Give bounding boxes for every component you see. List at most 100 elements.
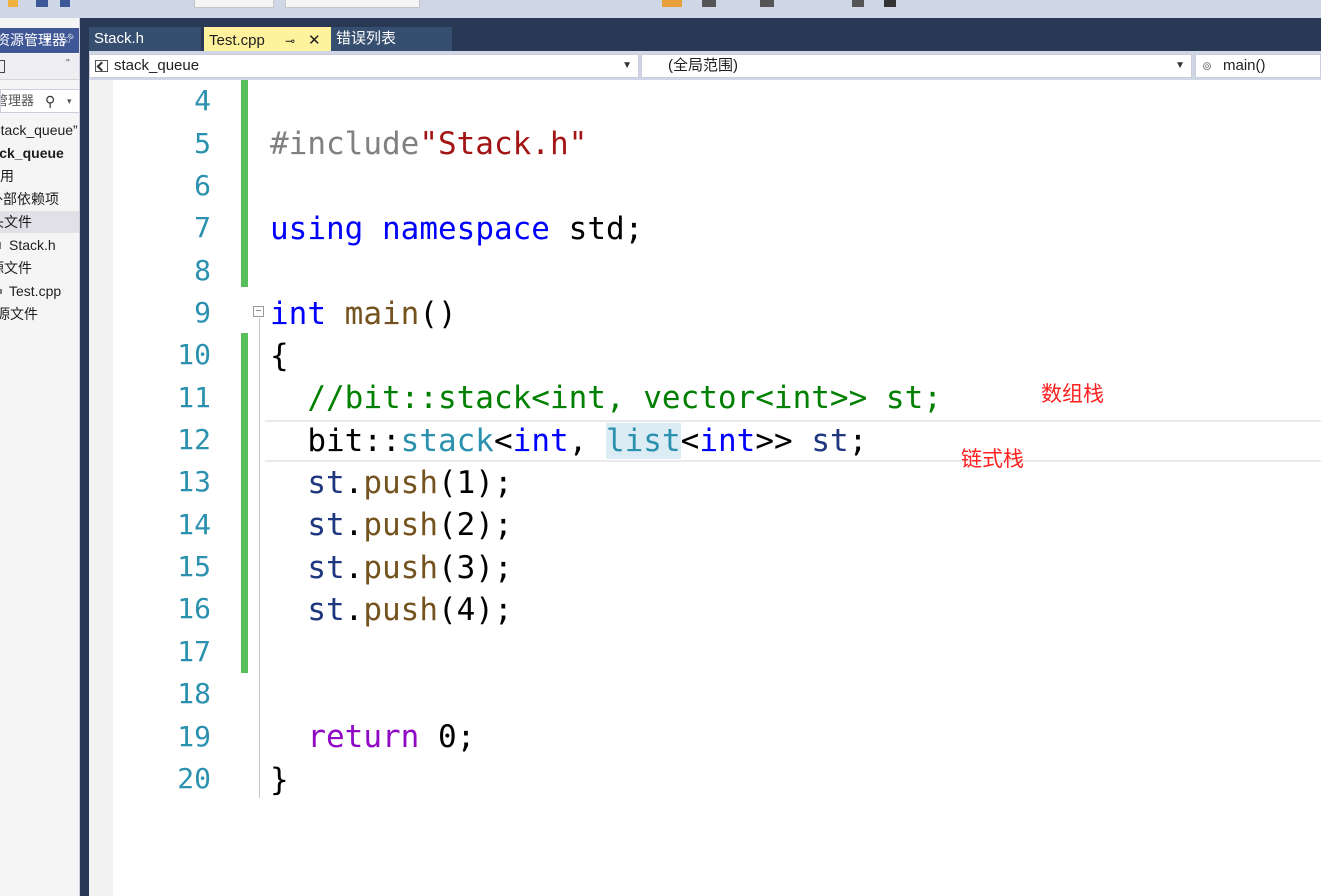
code-token: st (307, 550, 345, 586)
line-number: 17 (177, 635, 211, 668)
chevron-down-icon[interactable]: ▼ (43, 28, 52, 53)
tree-item-label: Test.cpp (9, 283, 62, 299)
toolbar-icon-2[interactable] (36, 0, 48, 7)
code-token: } (270, 762, 289, 798)
function-icon: ⊚ (1202, 59, 1213, 73)
code-line-7: using namespace std; (270, 209, 643, 249)
code-token: push (363, 550, 438, 586)
code-token: int (270, 296, 326, 332)
solution-explorer-title: 解决方案资源管理器 (0, 32, 66, 48)
tree-item-external-deps[interactable]: 外部依赖项 (0, 188, 79, 210)
pin-icon[interactable]: ⊸ (285, 29, 295, 53)
tree-item-solution[interactable]: 解决方案“stack_queue” (0, 119, 79, 141)
solution-explorer-toolbar: '' (0, 54, 79, 80)
code-line-12: bit::stack<int, list<int>> st; (270, 421, 867, 461)
code-token: (2); (437, 507, 513, 543)
tree-item-test-cpp[interactable]: Test.cpp (0, 280, 79, 302)
chevron-down-icon[interactable]: ▼ (1175, 55, 1185, 77)
toolbar-icon-8[interactable] (884, 0, 896, 7)
code-token: (3); (437, 550, 513, 586)
tab-label: Test.cpp (209, 32, 265, 49)
toolbar-icon-1[interactable] (8, 0, 18, 7)
toolbar-icon-4[interactable] (662, 0, 682, 7)
solution-explorer-header[interactable]: 解决方案资源管理器 ▼ 📌︎ (0, 28, 79, 53)
line-number: 18 (177, 677, 211, 710)
project-dropdown[interactable]: stack_queue ▼ (89, 54, 639, 78)
code-comment: //bit::stack<int, vector<int>> st; (307, 380, 942, 416)
line-number: 16 (177, 592, 211, 625)
code-token: < (493, 423, 513, 459)
tab-error-list[interactable]: 错误列表 (331, 27, 452, 51)
code-line-19: return 0; (270, 717, 475, 757)
close-icon[interactable]: ✕ (308, 29, 321, 53)
tree-item-label: 头文件 (0, 214, 32, 230)
tree-item-header-files[interactable]: 头文件 (0, 211, 79, 233)
code-token: bit:: (307, 423, 401, 459)
code-line-5: #include"Stack.h" (270, 124, 587, 164)
code-token: . (344, 550, 364, 586)
line-number: 20 (177, 762, 211, 795)
code-line-13: st.push(1); (270, 463, 512, 503)
toolbar-icon-6[interactable] (760, 0, 774, 7)
search-icon[interactable]: ⚲ (45, 90, 55, 112)
code-editor[interactable]: 4 5 6 7 8 9 10 11 12 13 14 15 16 17 18 1… (89, 80, 1321, 896)
code-line-11: //bit::stack<int, vector<int>> st; (270, 378, 942, 418)
config-dropdown[interactable] (194, 0, 274, 8)
code-token: std; (568, 211, 644, 247)
code-line-15: st.push(3); (270, 548, 513, 588)
chevron-down-icon[interactable]: ▼ (622, 55, 632, 77)
window-frame-divider (80, 18, 89, 896)
line-number: 19 (177, 720, 211, 753)
document-tabs: Stack.h Test.cpp ⊸ ✕ 错误列表 (89, 18, 1321, 51)
line-number: 4 (194, 84, 211, 117)
toolbar (0, 0, 1321, 18)
chevron-down-icon[interactable]: ▾ (67, 90, 72, 112)
code-line-14: st.push(2); (270, 505, 513, 545)
code-token: . (344, 592, 364, 628)
explorer-search-input[interactable]: 搜索解决方案资源管理器 ⚲ ▾ (0, 89, 79, 113)
code-token: #include (270, 126, 420, 162)
tree-item-source-files[interactable]: 源文件 (0, 257, 79, 279)
toolbar-icon-5[interactable] (702, 0, 716, 7)
pin-icon[interactable]: 📌︎ (61, 28, 75, 53)
code-line-9: int main() (270, 294, 457, 334)
tree-item-project[interactable]: stack_queue (0, 142, 79, 164)
toolbar-icon-7[interactable] (852, 0, 864, 7)
code-token: stack (400, 423, 494, 459)
code-token: < (680, 423, 700, 459)
scope-dropdown[interactable]: (全局范围) ▼ (641, 54, 1192, 78)
tree-item-stack-h[interactable]: Stack.h (0, 234, 79, 256)
tab-stack-h[interactable]: Stack.h (89, 27, 201, 51)
line-number: 6 (194, 169, 211, 202)
code-token: 0; (419, 719, 476, 755)
change-indicator (241, 333, 248, 673)
scope-dropdown-value: (全局范围) (668, 57, 738, 74)
collapse-icon[interactable]: − (253, 306, 264, 317)
sync-icon[interactable]: '' (66, 58, 70, 69)
cpp-file-icon (0, 289, 2, 294)
code-token: push (363, 465, 438, 501)
tab-test-cpp[interactable]: Test.cpp ⊸ ✕ (204, 27, 331, 51)
toolbar-icon-3[interactable] (60, 0, 70, 7)
code-token: . (344, 465, 364, 501)
home-icon[interactable] (0, 60, 5, 73)
tree-item-label: stack_queue (0, 145, 64, 161)
line-number: 10 (177, 338, 211, 371)
tree-item-references[interactable]: 引用 (0, 165, 79, 187)
code-token: "Stack.h" (419, 126, 588, 162)
tab-label: Stack.h (94, 30, 145, 47)
line-number: 7 (194, 211, 211, 244)
line-number: 13 (177, 465, 211, 498)
code-token: int (512, 423, 569, 459)
member-dropdown[interactable]: ⊚ main() (1195, 54, 1321, 78)
code-token: main (344, 296, 420, 332)
header-file-icon (0, 242, 1, 249)
solution-explorer: 解决方案资源管理器 ▼ 📌︎ '' 搜索解决方案资源管理器 ⚲ ▾ 解决方案“s… (0, 18, 80, 896)
tree-item-label: 解决方案“stack_queue” (0, 122, 78, 138)
member-dropdown-value: main() (1223, 57, 1266, 74)
code-token: , (568, 423, 606, 459)
tree-item-label: 源文件 (0, 260, 32, 276)
tab-label: 错误列表 (336, 30, 397, 47)
platform-dropdown[interactable] (285, 0, 420, 8)
tree-item-resource-files[interactable]: 资源文件 (0, 303, 79, 325)
